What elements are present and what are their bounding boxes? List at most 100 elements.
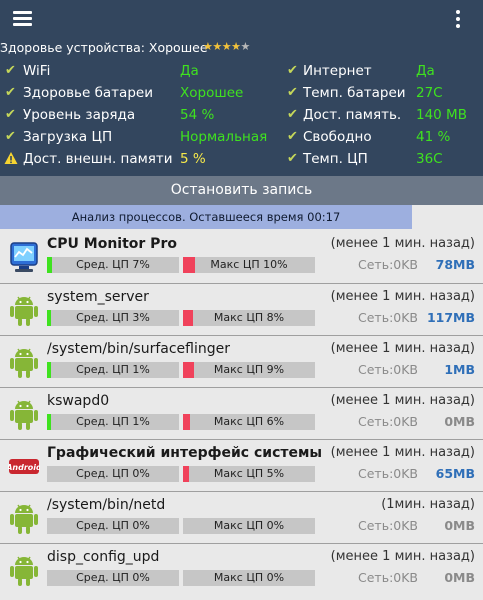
network-usage: Сеть:0KB	[358, 362, 419, 377]
avg-cpu-bar: Сред. ЦП 7%	[47, 257, 179, 273]
status-label: Загрузка ЦП	[23, 129, 113, 145]
process-name: disp_config_upd	[47, 549, 160, 565]
avg-cpu-label: Сред. ЦП 0%	[76, 467, 150, 480]
status-label: Уровень заряда	[23, 107, 136, 123]
memory-usage: 0MB	[444, 518, 475, 533]
status-label: Темп. батареи	[303, 85, 406, 101]
status-label: Интернет	[303, 63, 372, 79]
status-value: 27C	[416, 85, 443, 101]
process-row[interactable]: disp_config_upd (менее 1 мин. назад) Сред.…	[0, 543, 483, 595]
status-row: ✔ Здоровье батареи Хорошее ✔ Темп. батареи 27…	[0, 82, 483, 104]
device-status-panel: Здоровье устройства: Хорошее ★★★★★ ✔ WiFi…	[0, 38, 483, 176]
process-row[interactable]: system_server (менее 1 мин. назад) Сред. Ц…	[0, 283, 483, 335]
network-usage: Сеть:0KB	[358, 310, 419, 325]
avg-cpu-label: Сред. ЦП 3%	[76, 311, 150, 324]
network-usage: Сеть:0KB	[358, 257, 419, 272]
avg-cpu-bar: Сред. ЦП 3%	[47, 310, 179, 326]
process-name: /system/bin/netd	[47, 497, 166, 513]
process-name: kswapd0	[47, 393, 110, 409]
status-label: Дост. память.	[303, 107, 402, 123]
device-health-text: Здоровье устройства: Хорошее	[0, 40, 208, 55]
avg-cpu-label: Сред. ЦП 0%	[76, 571, 150, 584]
star-icon: ★	[203, 40, 213, 53]
max-cpu-label: Макс ЦП 0%	[213, 571, 285, 584]
check-icon: ✔	[5, 107, 16, 122]
cpu-monitor-pro-icon	[8, 240, 40, 274]
status-row: ✔ Уровень заряда 54 % ✔ Дост. память. 140 MB	[0, 104, 483, 126]
check-icon: ✔	[287, 63, 298, 78]
svg-text:Android: Android	[8, 463, 40, 472]
network-usage: Сеть:0KB	[358, 414, 419, 429]
avg-cpu-bar: Сред. ЦП 0%	[47, 466, 179, 482]
star-icon: ★	[212, 40, 222, 53]
android-icon	[8, 293, 40, 327]
stop-recording-button[interactable]: Остановить запись	[0, 176, 483, 205]
process-name: system_server	[47, 289, 149, 305]
check-icon: ✔	[287, 107, 298, 122]
check-icon: ✔	[5, 85, 16, 100]
max-cpu-label: Макс ЦП 10%	[210, 258, 288, 271]
memory-usage: 1MB	[444, 362, 475, 377]
process-row[interactable]: /system/bin/surfaceflinger (менее 1 мин. …	[0, 335, 483, 387]
process-time: (менее 1 мин. назад)	[330, 341, 475, 356]
memory-usage: 78MB	[435, 257, 475, 272]
process-time: (менее 1 мин. назад)	[330, 393, 475, 408]
process-time: (менее 1 мин. назад)	[330, 289, 475, 304]
network-usage: Сеть:0KB	[358, 570, 419, 585]
avg-cpu-label: Сред. ЦП 0%	[76, 519, 150, 532]
max-cpu-label: Макс ЦП 9%	[213, 363, 285, 376]
process-name: /system/bin/surfaceflinger	[47, 341, 230, 357]
avg-cpu-label: Сред. ЦП 7%	[76, 258, 150, 271]
menu-icon[interactable]	[13, 11, 32, 26]
max-cpu-bar: Макс ЦП 5%	[183, 466, 315, 482]
process-time: (менее 1 мин. назад)	[330, 236, 475, 251]
max-cpu-bar: Макс ЦП 8%	[183, 310, 315, 326]
health-rating-stars: ★★★★★	[203, 38, 250, 56]
max-cpu-bar: Макс ЦП 10%	[183, 257, 315, 273]
max-cpu-bar: Макс ЦП 9%	[183, 362, 315, 378]
status-row: ✔ WiFi Да ✔ Интернет Да	[0, 60, 483, 82]
status-value: 140 MB	[416, 107, 467, 123]
status-label: WiFi	[23, 63, 51, 79]
warning-icon	[4, 150, 18, 168]
status-label: Дост. внешн. памяти	[23, 151, 173, 167]
max-cpu-label: Макс ЦП 6%	[213, 415, 285, 428]
process-row[interactable]: Android Графический интерфейс системы (мен…	[0, 439, 483, 491]
status-value: 54 %	[180, 107, 215, 123]
status-value: 41 %	[416, 129, 451, 145]
process-row[interactable]: /system/bin/netd (1мин. назад) Сред. ЦП 0%…	[0, 491, 483, 543]
network-usage: Сеть:0KB	[358, 518, 419, 533]
process-row[interactable]: kswapd0 (менее 1 мин. назад) Сред. ЦП 1% Ма…	[0, 387, 483, 439]
process-time: (1мин. назад)	[381, 497, 475, 512]
max-cpu-label: Макс ЦП 0%	[213, 519, 285, 532]
status-value: Нормальная	[180, 129, 268, 145]
max-cpu-bar: Макс ЦП 0%	[183, 518, 315, 534]
process-row[interactable]: CPU Monitor Pro (менее 1 мин. назад) Сред.…	[0, 231, 483, 283]
check-icon: ✔	[287, 151, 298, 166]
status-label: Здоровье батареи	[23, 85, 153, 101]
avg-cpu-bar: Сред. ЦП 0%	[47, 518, 179, 534]
max-cpu-label: Макс ЦП 8%	[213, 311, 285, 324]
memory-usage: 65MB	[435, 466, 475, 481]
star-icon: ★	[231, 40, 241, 53]
more-options-icon[interactable]	[448, 8, 468, 30]
android-icon	[8, 553, 40, 587]
avg-cpu-bar: Сред. ЦП 1%	[47, 362, 179, 378]
memory-usage: 0MB	[444, 570, 475, 585]
app-bar	[0, 0, 483, 38]
avg-cpu-bar: Сред. ЦП 1%	[47, 414, 179, 430]
avg-cpu-label: Сред. ЦП 1%	[76, 363, 150, 376]
status-value: 36C	[416, 151, 443, 167]
status-label: Темп. ЦП	[303, 151, 368, 167]
status-value: Да	[180, 63, 199, 79]
status-value: 5 %	[180, 151, 206, 167]
process-time: (менее 1 мин. назад)	[330, 549, 475, 564]
max-cpu-bar: Макс ЦП 0%	[183, 570, 315, 586]
status-label: Свободно	[303, 129, 372, 145]
network-usage: Сеть:0KB	[358, 466, 419, 481]
status-row: ✔ Загрузка ЦП Нормальная ✔ Свободно 41 %	[0, 126, 483, 148]
process-time: (менее 1 мин. назад)	[330, 445, 475, 460]
status-row: Дост. внешн. памяти 5 % ✔ Темп. ЦП 36C	[0, 148, 483, 170]
process-name: Графический интерфейс системы	[47, 445, 323, 461]
check-icon: ✔	[287, 85, 298, 100]
